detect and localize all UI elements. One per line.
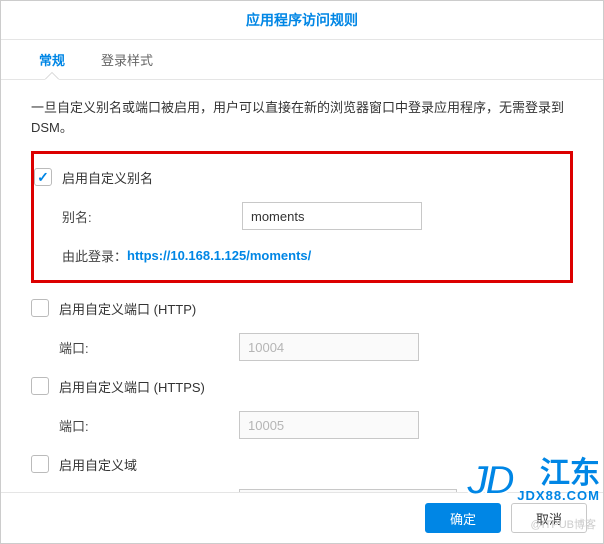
- alias-checkbox[interactable]: [34, 168, 52, 186]
- https-port-enable-label: 启用自定义端口 (HTTPS): [59, 377, 205, 396]
- alias-enable-label: 启用自定义别名: [62, 168, 153, 187]
- alias-login-link[interactable]: https://10.168.1.125/moments/: [127, 248, 311, 263]
- http-port-input: [239, 333, 419, 361]
- tab-general[interactable]: 常规: [21, 40, 83, 79]
- http-port-enable-label: 启用自定义端口 (HTTP): [59, 299, 196, 318]
- highlight-box: 启用自定义别名 别名: 由此登录： https://10.168.1.125/m…: [31, 151, 573, 283]
- https-port-input: [239, 411, 419, 439]
- tab-login-style[interactable]: 登录样式: [83, 40, 171, 79]
- domain-enable-label: 启用自定义域: [59, 455, 137, 474]
- https-port-label: 端口:: [59, 416, 239, 435]
- domain-checkbox[interactable]: [31, 455, 49, 473]
- http-port-checkbox[interactable]: [31, 299, 49, 317]
- https-port-checkbox[interactable]: [31, 377, 49, 395]
- alias-login-label: 由此登录：: [62, 246, 127, 265]
- http-port-label: 端口:: [59, 338, 239, 357]
- alias-label: 别名:: [62, 207, 242, 226]
- intro-text: 一旦自定义别名或端口被启用，用户可以直接在新的浏览器窗口中登录应用程序，无需登录…: [31, 98, 573, 137]
- cancel-button[interactable]: 取消: [511, 503, 587, 533]
- tab-bar: 常规 登录样式: [1, 40, 603, 80]
- dialog-title: 应用程序访问规则: [1, 1, 603, 40]
- dialog-window: 应用程序访问规则 常规 登录样式 一旦自定义别名或端口被启用，用户可以直接在新的…: [0, 0, 604, 544]
- dialog-content: 一旦自定义别名或端口被启用，用户可以直接在新的浏览器窗口中登录应用程序，无需登录…: [1, 80, 603, 492]
- ok-button[interactable]: 确定: [425, 503, 501, 533]
- dialog-footer: 确定 取消: [1, 492, 603, 543]
- alias-input[interactable]: [242, 202, 422, 230]
